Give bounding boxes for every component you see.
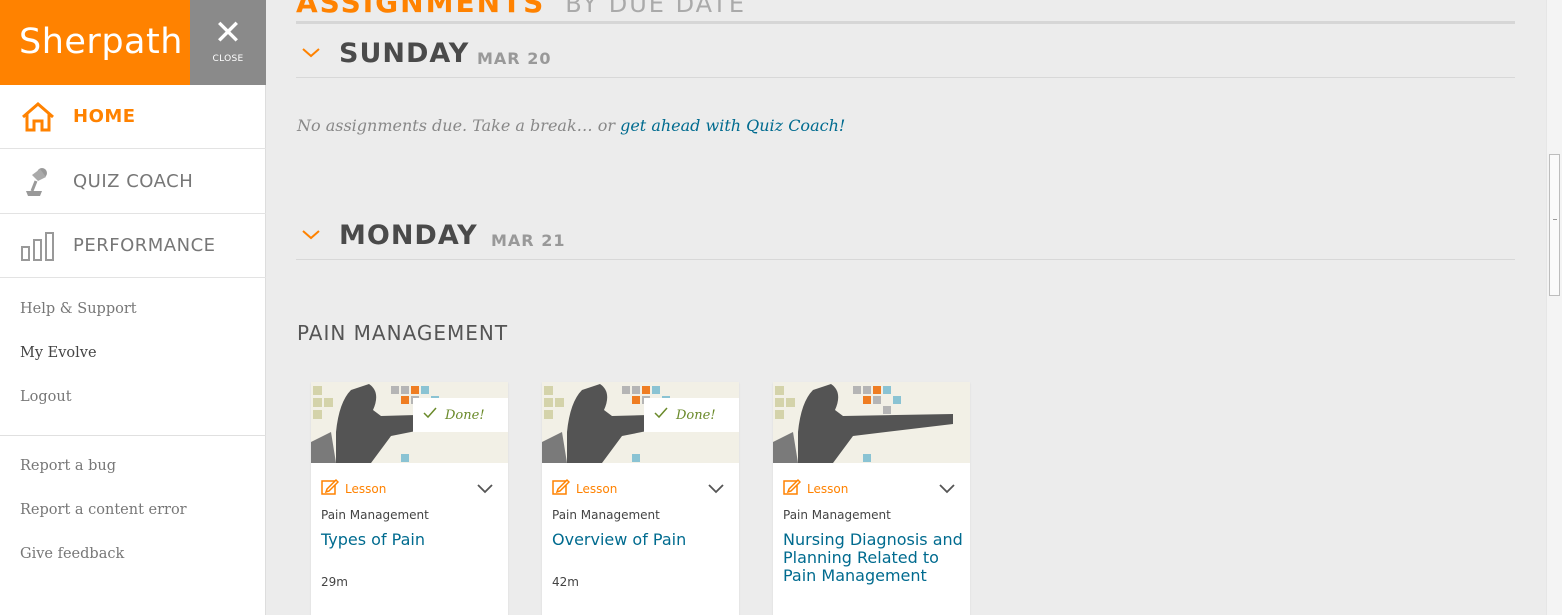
chevron-down-icon[interactable]	[938, 479, 956, 498]
checkmark-icon	[654, 407, 668, 423]
lesson-thumbnail	[773, 382, 970, 463]
day-header-sunday[interactable]: SUNDAY MAR 20	[296, 38, 1515, 78]
edit-icon	[321, 478, 340, 499]
quiz-coach-link[interactable]: get ahead with Quiz Coach!	[620, 116, 845, 135]
day-date: MAR 20	[477, 49, 552, 68]
nav-item-label: QUIZ COACH	[73, 171, 194, 192]
page-subtitle: BY DUE DATE	[565, 0, 746, 18]
checkmark-icon	[423, 407, 437, 423]
lesson-title-link[interactable]: Nursing Diagnosis and Planning Related t…	[783, 531, 963, 585]
report-bug-link[interactable]: Report a bug	[20, 458, 116, 474]
chevron-down-icon[interactable]	[300, 44, 322, 64]
done-badge: Done!	[413, 398, 508, 432]
lesson-title-link[interactable]: Overview of Pain	[552, 531, 732, 549]
chevron-down-icon[interactable]	[707, 479, 725, 498]
logout-link[interactable]: Logout	[20, 389, 72, 405]
nav-item-performance[interactable]: PERFORMANCE	[0, 214, 266, 278]
edit-icon	[552, 478, 571, 499]
main-content: ASSIGNMENTS BY DUE DATE SUNDAY MAR 20 No …	[266, 0, 1546, 615]
lesson-duration: 42m	[552, 575, 579, 589]
lesson-type: Lesson	[783, 478, 848, 499]
day-name: MONDAY	[339, 220, 478, 251]
course-name: Pain Management	[783, 508, 891, 522]
day-date: MAR 21	[491, 231, 566, 250]
day-header-monday[interactable]: MONDAY MAR 21	[296, 220, 1515, 260]
nav-item-quiz-coach[interactable]: QUIZ COACH	[0, 150, 266, 214]
sidebar-divider	[0, 435, 266, 436]
assignment-card[interactable]: Done! Lesson Pain Management Overview of…	[542, 382, 739, 615]
chevron-down-icon[interactable]	[300, 226, 322, 246]
close-icon: ✕	[213, 13, 243, 53]
section-title: PAIN MANAGEMENT	[297, 321, 509, 345]
assignment-card[interactable]: Done! Lesson Pain Management Types of Pa…	[311, 382, 508, 615]
header-rule	[296, 21, 1515, 24]
nav-item-label: PERFORMANCE	[73, 235, 216, 256]
bar-chart-icon	[18, 229, 58, 263]
give-feedback-link[interactable]: Give feedback	[20, 546, 124, 562]
lesson-title-link[interactable]: Types of Pain	[321, 531, 501, 549]
grip-icon	[1553, 219, 1557, 220]
report-content-error-link[interactable]: Report a content error	[20, 502, 187, 518]
brand-logo[interactable]: Sherpath	[0, 0, 190, 85]
scrollbar-thumb[interactable]	[1549, 154, 1560, 296]
close-button[interactable]: ✕ CLOSE	[190, 0, 266, 85]
nav-item-label: HOME	[73, 106, 136, 127]
course-name: Pain Management	[321, 508, 429, 522]
close-label: CLOSE	[212, 54, 244, 64]
edit-icon	[783, 478, 802, 499]
course-name: Pain Management	[552, 508, 660, 522]
chevron-down-icon[interactable]	[476, 479, 494, 498]
lesson-type: Lesson	[321, 478, 386, 499]
nav-item-home[interactable]: HOME	[0, 85, 266, 149]
home-icon	[18, 100, 58, 134]
done-badge: Done!	[644, 398, 739, 432]
assignment-card[interactable]: Lesson Pain Management Nursing Diagnosis…	[773, 382, 970, 615]
lamp-icon	[18, 165, 58, 199]
lesson-type: Lesson	[552, 478, 617, 499]
lesson-thumbnail: Done!	[311, 382, 508, 463]
my-evolve-link[interactable]: My Evolve	[20, 345, 97, 361]
vertical-scrollbar[interactable]	[1546, 0, 1562, 615]
page-title: ASSIGNMENTS BY DUE DATE	[296, 0, 746, 19]
sidebar: Sherpath ✕ CLOSE HOME QUIZ COACH PERFORM…	[0, 0, 266, 615]
lesson-duration: 29m	[321, 575, 348, 589]
lesson-thumbnail: Done!	[542, 382, 739, 463]
help-support-link[interactable]: Help & Support	[20, 301, 137, 317]
no-assignments-message: No assignments due. Take a break… or get…	[297, 116, 846, 135]
day-name: SUNDAY	[339, 38, 470, 69]
